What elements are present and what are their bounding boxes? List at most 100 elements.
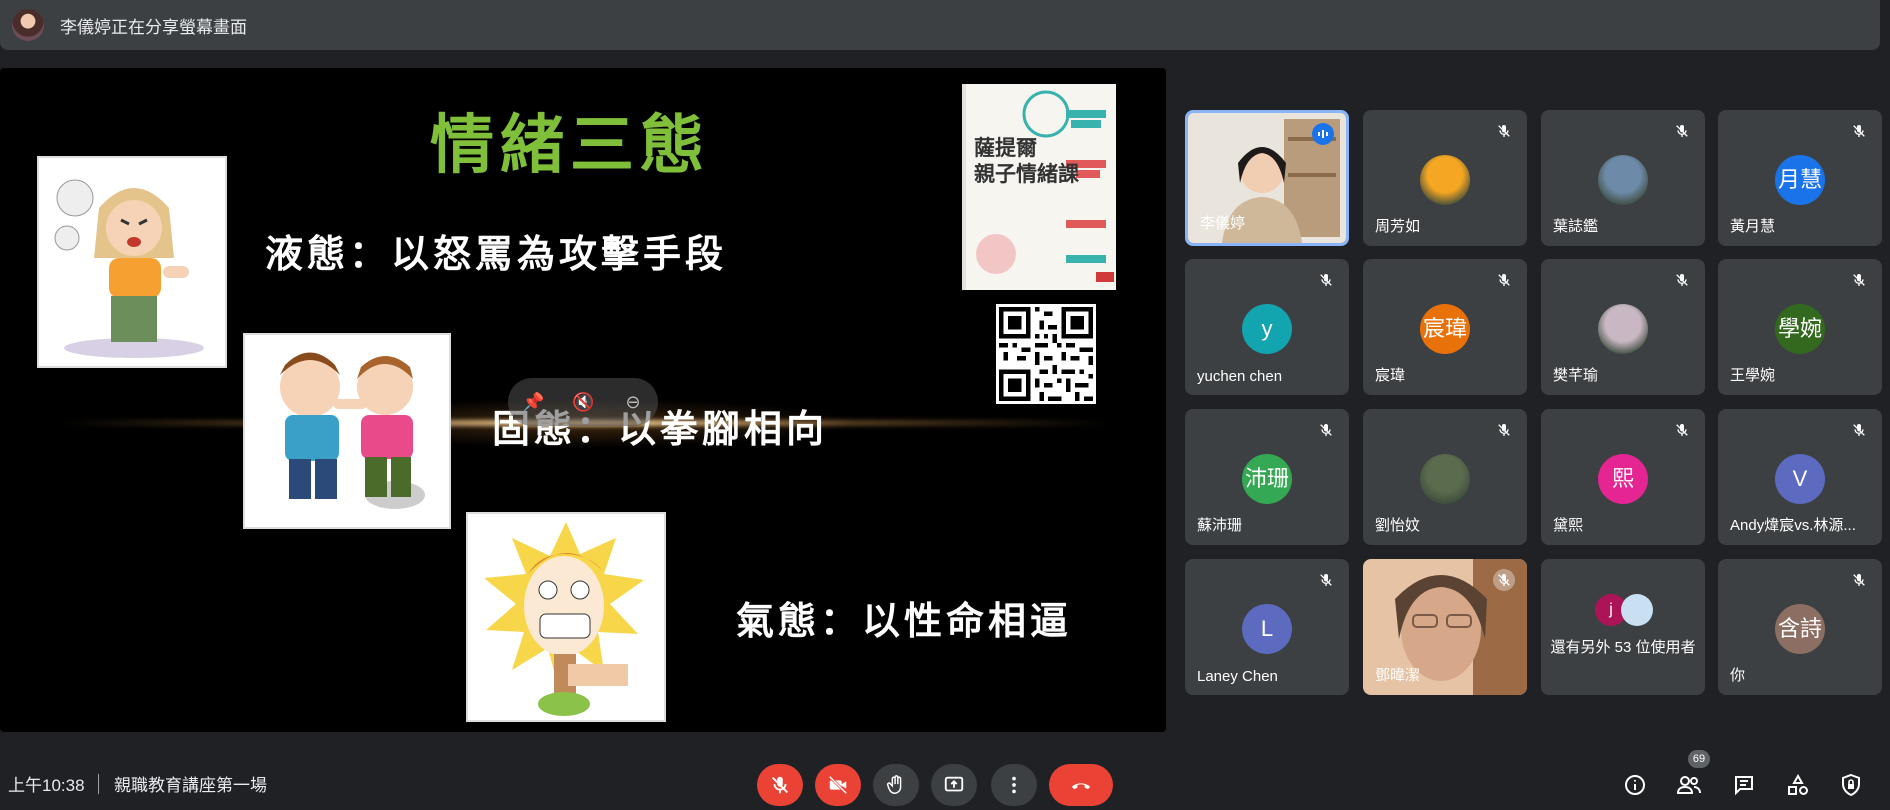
muted-icon <box>1848 419 1870 441</box>
participant-name: 你 <box>1730 667 1746 684</box>
participant-name: 宸瑋 <box>1375 367 1406 384</box>
participant-tile[interactable]: 周芳如 <box>1363 110 1527 246</box>
participant-name: Laney Chen <box>1197 668 1278 685</box>
chat-button[interactable] <box>1731 772 1757 798</box>
participant-tile[interactable]: 劉怡妏 <box>1363 409 1527 545</box>
present-icon <box>944 776 964 792</box>
participant-avatar: 沛珊 <box>1242 454 1292 504</box>
participant-name: Andy煒宸vs.林源... <box>1730 517 1856 534</box>
participant-avatar: 宸瑋 <box>1420 304 1470 354</box>
participant-tile[interactable]: y yuchen chen <box>1185 259 1349 395</box>
participant-tile[interactable]: 葉誌鑑 <box>1541 110 1705 246</box>
muted-icon <box>1848 269 1870 291</box>
participant-avatar: 含詩 <box>1775 604 1825 654</box>
meeting-name: 親職教育講座第一場 <box>114 776 267 795</box>
participant-avatar <box>1598 304 1648 354</box>
fighting-boys-image <box>243 333 451 529</box>
meeting-time: 上午10:38 <box>8 776 85 795</box>
muted-icon <box>1315 569 1337 591</box>
muted-icon <box>1315 269 1337 291</box>
presentation-overlay-controls[interactable]: 📌 🔇 ⊖ <box>508 378 658 426</box>
people-icon <box>1676 776 1701 794</box>
participant-tile[interactable]: j 還有另外 53 位使用者 <box>1541 559 1705 695</box>
muted-icon <box>1493 269 1515 291</box>
presenter-bar: 李儀婷正在分享螢幕畫面 <box>0 0 1880 50</box>
participant-count-badge: 69 <box>1688 750 1710 768</box>
participant-tile[interactable]: 含詩你 <box>1718 559 1882 695</box>
meeting-details-button[interactable] <box>1622 772 1648 798</box>
book-title-line2: 親子情緒課 <box>974 161 1079 186</box>
scared-man-image <box>466 512 666 722</box>
angry-girl-image <box>37 156 227 368</box>
participant-name: yuchen chen <box>1197 368 1283 385</box>
slide-line-gas: 氣態：以性命相逼 <box>736 598 1073 643</box>
microphone-toggle-button[interactable] <box>757 764 803 806</box>
muted-icon <box>1671 120 1693 142</box>
participant-avatar <box>1420 155 1470 205</box>
participant-tile[interactable]: V Andy煒宸vs.林源... <box>1718 409 1882 545</box>
participant-name: 黃月慧 <box>1730 218 1776 235</box>
participant-tile[interactable]: 熙黛熙 <box>1541 409 1705 545</box>
slide-title: 情緒三態 <box>430 108 710 183</box>
pin-icon[interactable]: 📌 <box>522 391 544 413</box>
participant-name: 鄧暐潔 <box>1375 667 1421 684</box>
participant-name: 樊芊瑜 <box>1553 367 1599 384</box>
participant-name: 周芳如 <box>1375 218 1421 235</box>
mute-overlay-icon[interactable]: 🔇 <box>572 391 594 413</box>
divider <box>98 774 99 794</box>
participant-tile[interactable]: L Laney Chen <box>1185 559 1349 695</box>
leave-call-button[interactable] <box>1049 764 1113 806</box>
muted-icon <box>1848 569 1870 591</box>
hand-icon <box>886 775 902 794</box>
participant-avatar: y <box>1242 304 1292 354</box>
participants-button[interactable] <box>1676 772 1702 798</box>
presenter-avatar <box>12 9 44 41</box>
participant-name: 蘇沛珊 <box>1197 517 1243 534</box>
shield-lock-icon <box>1842 773 1860 797</box>
participant-tile[interactable]: 宸瑋 宸瑋 <box>1363 259 1527 395</box>
muted-icon <box>1493 419 1515 441</box>
book-cover-image: 薩提爾 親子情緒課 <box>962 84 1116 290</box>
bottom-bar: 上午10:38 親職教育講座第一場 <box>0 760 1890 810</box>
camera-toggle-button[interactable] <box>815 764 861 806</box>
participant-name: 王學婉 <box>1730 367 1776 384</box>
more-vert-icon <box>1012 776 1016 794</box>
muted-icon <box>1848 120 1870 142</box>
participant-tile[interactable]: 學婉王學婉 <box>1718 259 1882 395</box>
mic-off-icon <box>772 776 788 794</box>
muted-icon <box>1493 569 1515 591</box>
participant-avatar: 月慧 <box>1775 155 1825 205</box>
participant-tile[interactable]: 樊芊瑜 <box>1541 259 1705 395</box>
hang-up-icon <box>1071 783 1091 790</box>
participant-tile[interactable]: 月慧黃月慧 <box>1718 110 1882 246</box>
others-avatar-2 <box>1621 594 1653 626</box>
minimize-icon[interactable]: ⊖ <box>622 391 644 413</box>
participant-avatar: V <box>1775 454 1825 504</box>
participant-avatar: 學婉 <box>1775 304 1825 354</box>
participant-name: 葉誌鑑 <box>1553 218 1599 235</box>
host-controls-button[interactable] <box>1838 772 1864 798</box>
participant-name: 還有另外 53 位使用者 <box>1550 639 1696 656</box>
chat-icon <box>1735 776 1753 796</box>
participant-avatar: L <box>1242 604 1292 654</box>
speaking-indicator-icon <box>1312 123 1334 145</box>
participant-avatar <box>1420 454 1470 504</box>
participant-name: 黛熙 <box>1553 517 1584 534</box>
presenter-bar-title: 李儀婷正在分享螢幕畫面 <box>60 17 247 37</box>
more-options-button[interactable] <box>991 764 1037 806</box>
activities-icon <box>1788 773 1808 795</box>
participant-avatar <box>1598 155 1648 205</box>
participant-tile[interactable]: 李儀婷 <box>1185 110 1349 246</box>
activities-button[interactable] <box>1785 772 1811 798</box>
muted-icon <box>1671 269 1693 291</box>
muted-icon <box>1493 120 1515 142</box>
muted-icon <box>1671 419 1693 441</box>
present-screen-button[interactable] <box>931 764 977 806</box>
raise-hand-button[interactable] <box>873 764 919 806</box>
participant-tile[interactable]: 鄧暐潔 <box>1363 559 1527 695</box>
info-icon <box>1625 775 1645 795</box>
slide-line-liquid: 液態：以怒罵為攻擊手段 <box>265 231 728 276</box>
participant-avatar: 熙 <box>1598 454 1648 504</box>
participant-tile[interactable]: 沛珊蘇沛珊 <box>1185 409 1349 545</box>
muted-icon <box>1315 419 1337 441</box>
